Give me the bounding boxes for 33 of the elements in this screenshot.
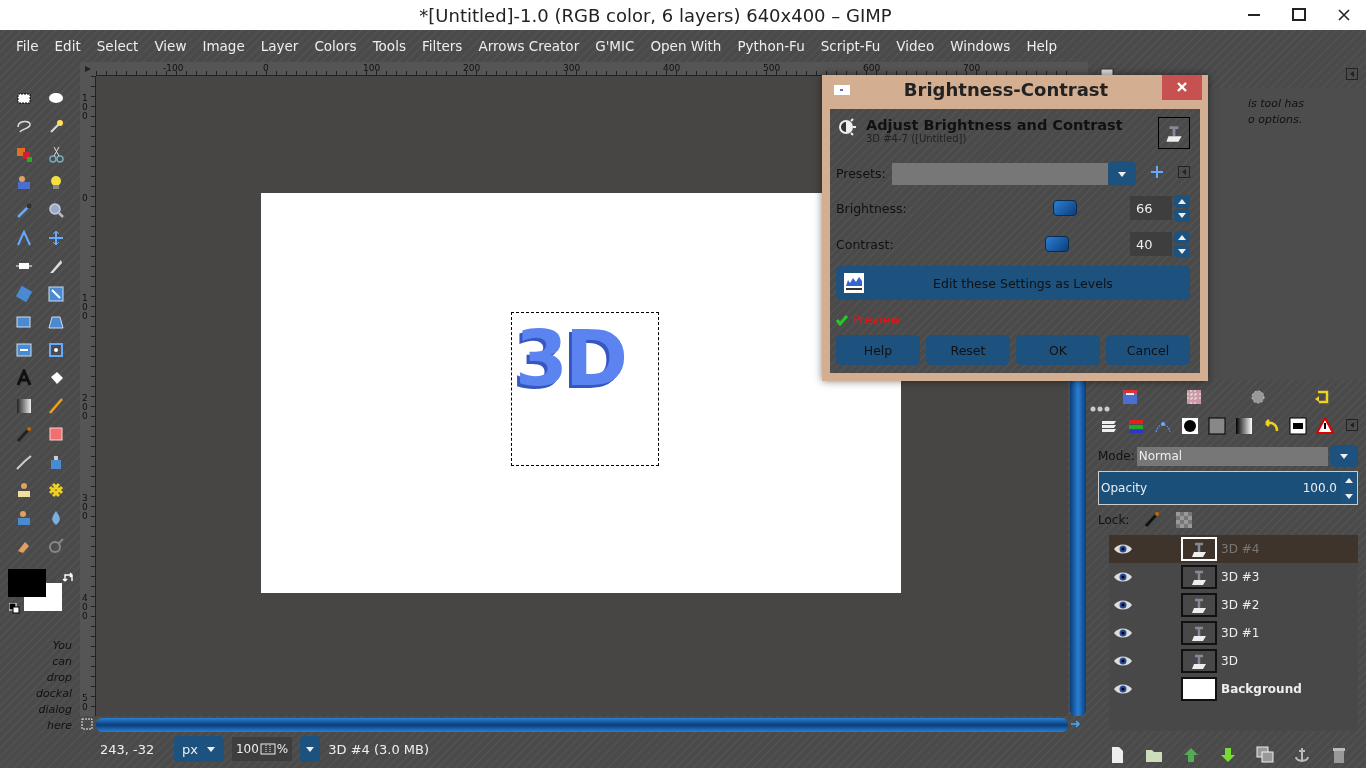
ruler-label: -100 bbox=[163, 63, 184, 73]
ruler-label: 0 bbox=[263, 63, 269, 73]
ruler-label: 0 bbox=[82, 194, 88, 203]
ruler-label: 200 bbox=[82, 394, 88, 421]
ruler-label: 100 bbox=[363, 63, 381, 73]
layer-name: 3D #3 bbox=[1221, 570, 1260, 584]
layer-name: 3D bbox=[1221, 654, 1238, 668]
presets-label: Presets: bbox=[836, 166, 886, 181]
ruler-label: 50 bbox=[82, 694, 88, 712]
window-title: *[Untitled]-1.0 (RGB color, 6 layers) 640x400 – GIMP bbox=[418, 4, 893, 26]
layer-name: 3D #2 bbox=[1221, 598, 1260, 612]
layer-name: 3D #4 bbox=[1221, 542, 1260, 556]
mode-label: Mode: bbox=[1098, 449, 1135, 463]
slider-label: Contrast: bbox=[836, 236, 895, 252]
ruler-label: 600 bbox=[863, 63, 881, 73]
ruler-label: 100 bbox=[82, 294, 88, 321]
layer-name: Background bbox=[1221, 682, 1302, 696]
lock-label: Lock: bbox=[1098, 513, 1130, 527]
ruler-label: 500 bbox=[763, 63, 781, 73]
canvas-text: 3D bbox=[514, 313, 625, 405]
ruler-label: 200 bbox=[463, 63, 481, 73]
ruler-label: 700 bbox=[963, 63, 981, 73]
ruler-label: 400 bbox=[82, 594, 88, 621]
ruler-label: 300 bbox=[82, 494, 88, 521]
opacity-label: Opacity bbox=[1101, 481, 1148, 495]
ruler-label: 300 bbox=[563, 63, 581, 73]
pointer-coordinates: 243, -32 bbox=[100, 741, 156, 757]
layer-info: 3D #4 (3.0 MB) bbox=[328, 741, 430, 757]
ruler-label: 400 bbox=[663, 63, 681, 73]
drop-hint: You can drop dockal dialog here bbox=[35, 638, 73, 734]
opacity-value: 100.0 bbox=[1302, 481, 1337, 495]
layer-name: 3D #1 bbox=[1221, 626, 1260, 640]
ruler-label: 100 bbox=[82, 94, 88, 121]
